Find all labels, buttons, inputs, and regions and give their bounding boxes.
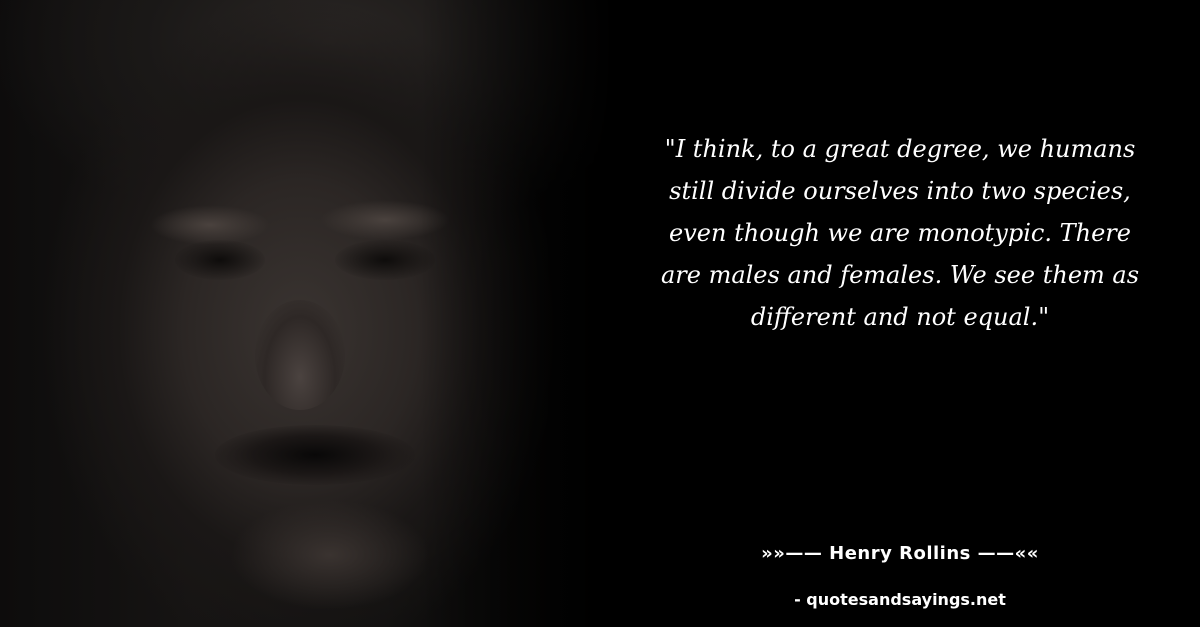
portrait-fade <box>420 0 640 627</box>
portrait-photo <box>0 0 640 627</box>
portrait-mouth <box>215 425 415 485</box>
portrait-nose <box>255 300 345 410</box>
quote-card: "I think, to a great degree, we humans s… <box>0 0 1200 627</box>
quote-text: "I think, to a great degree, we humans s… <box>660 135 1140 331</box>
portrait-eye-left <box>175 240 265 280</box>
portrait-chin <box>230 500 430 610</box>
quote-source: - quotesandsayings.net <box>794 590 1006 609</box>
quote-author: »»—— Henry Rollins ——«« <box>761 543 1039 564</box>
portrait-brow-left <box>150 205 270 245</box>
